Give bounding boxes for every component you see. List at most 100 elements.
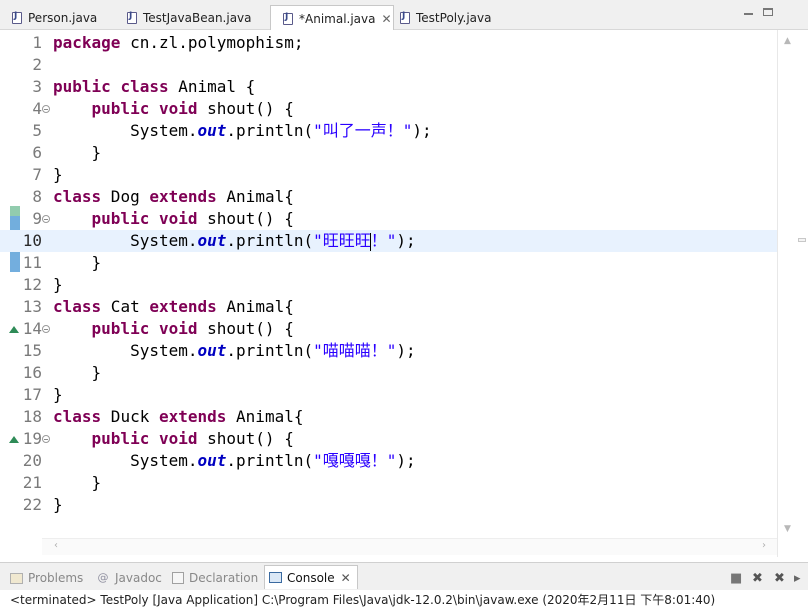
code-line[interactable]: 22} [0,494,777,516]
remove-all-terminated-icon[interactable]: ✖ [774,571,785,586]
code-token: shout() { [197,209,294,228]
code-text[interactable]: class Duck extends Animal{ [53,406,303,428]
code-text[interactable]: System.out.println("叫了一声！"); [53,120,432,142]
java-file-icon [127,11,137,24]
scroll-up-icon[interactable]: ▲ [784,36,791,46]
code-text[interactable]: } [53,472,102,494]
code-line[interactable]: 6 } [0,142,777,164]
code-line[interactable]: 18 class Duck extends Animal{ [0,406,777,428]
fold-toggle-icon[interactable] [42,105,50,113]
code-token: out [197,231,227,250]
code-token: System. [53,121,198,140]
code-line[interactable]: 19 public void shout() { [0,428,777,450]
code-line[interactable]: 4 public void shout() { [0,98,777,120]
code-text[interactable]: public void shout() { [53,208,294,230]
code-token: ); [412,121,432,140]
terminate-icon[interactable]: ■ [730,571,742,586]
code-text[interactable]: System.out.println("嘎嘎嘎！"); [53,450,416,472]
code-text[interactable]: public void shout() { [53,318,294,340]
tab-label: TestJavaBean.java [143,11,252,25]
code-text[interactable]: public void shout() { [53,98,294,120]
code-token: .println( [226,341,314,360]
code-token: System. [53,341,198,360]
fold-toggle-icon[interactable] [42,435,50,443]
code-text[interactable]: System.out.println("旺旺旺！"); [53,230,416,252]
tab-person-java[interactable]: Person.java [0,6,97,30]
scroll-right-icon[interactable]: › [762,540,766,551]
tab-testpoly-java[interactable]: TestPoly.java [388,6,491,30]
code-token: Animal { [168,77,256,96]
code-token: .println( [226,231,314,250]
close-icon[interactable]: ✕ [341,571,351,585]
tab-problems[interactable]: Problems [10,568,83,588]
code-token: public [91,429,150,448]
tab-label: *Animal.java [299,11,376,26]
override-marker-icon[interactable] [9,436,19,443]
minimize-icon[interactable] [744,8,753,15]
code-text[interactable]: } [53,164,63,186]
code-editor[interactable]: 1 package cn.zl.polymophism; 2 3 public clas… [0,30,808,557]
line-number: 19 [22,429,42,448]
line-number: 13 [22,297,42,316]
code-token: out [197,451,227,470]
more-actions-icon[interactable]: ▸ [794,571,801,586]
maximize-icon[interactable] [763,8,773,16]
code-line[interactable]: 10 System.out.println("旺旺旺！"); [0,230,777,252]
code-text[interactable]: } [53,384,63,406]
tab-animal-java[interactable]: *Animal.java ✕ [270,5,394,31]
code-token: shout() { [197,319,294,338]
code-line[interactable]: 1 package cn.zl.polymophism; [0,32,777,54]
remove-launch-icon[interactable]: ✖ [752,571,763,586]
code-line[interactable]: 15 System.out.println("喵喵喵！"); [0,340,777,362]
code-token: ！" [370,231,397,250]
code-text[interactable]: } [53,142,102,164]
code-line[interactable]: 17} [0,384,777,406]
fold-toggle-icon[interactable] [42,325,50,333]
line-number: 21 [22,473,42,492]
code-token: } [53,165,63,184]
code-line[interactable]: 2 [0,54,777,76]
code-token: out [197,121,227,140]
code-lines[interactable]: 1 package cn.zl.polymophism; 2 3 public clas… [0,32,777,516]
code-line[interactable]: 14 public void shout() { [0,318,777,340]
code-line[interactable]: 13 class Cat extends Animal{ [0,296,777,318]
code-token: "嘎嘎嘎！" [313,451,397,470]
code-line[interactable]: 9 public void shout() { [0,208,777,230]
code-text[interactable]: } [53,252,102,274]
override-marker-icon[interactable] [9,326,19,333]
line-number: 4 [32,99,42,118]
code-text[interactable]: } [53,362,102,384]
tab-testjavabean-java[interactable]: TestJavaBean.java [115,6,252,30]
code-line[interactable]: 8 class Dog extends Animal{ [0,186,777,208]
tab-javadoc[interactable]: @ Javadoc [96,568,162,588]
code-line[interactable]: 11 } [0,252,777,274]
code-line[interactable]: 7} [0,164,777,186]
code-token: } [53,385,63,404]
horizontal-scrollbar[interactable]: ‹ › [42,538,777,555]
code-line[interactable]: 12} [0,274,777,296]
scroll-down-icon[interactable]: ▼ [784,524,791,534]
scroll-left-icon[interactable]: ‹ [54,540,58,551]
tab-console[interactable]: Console ✕ [264,565,358,589]
code-line[interactable]: 20 System.out.println("嘎嘎嘎！"); [0,450,777,472]
code-line[interactable]: 3 public class Animal { [0,76,777,98]
fold-toggle-icon[interactable] [42,215,50,223]
code-line[interactable]: 21 } [0,472,777,494]
tab-declaration[interactable]: Declaration [172,568,258,588]
code-text[interactable]: } [53,494,63,516]
overview-ruler-mark[interactable] [798,238,806,242]
code-text[interactable]: class Cat extends Animal{ [53,296,294,318]
code-token: void [158,99,198,118]
code-text[interactable]: class Dog extends Animal{ [53,186,294,208]
code-line[interactable]: 5 System.out.println("叫了一声！"); [0,120,777,142]
code-text[interactable]: } [53,274,63,296]
code-text[interactable]: public void shout() { [53,428,294,450]
code-text[interactable]: public class Animal { [53,76,255,98]
vertical-scrollbar[interactable]: ▲ ▼ [777,30,808,557]
code-line[interactable]: 16 } [0,362,777,384]
code-text[interactable]: System.out.println("喵喵喵！"); [53,340,416,362]
code-text[interactable]: package cn.zl.polymophism; [53,32,303,54]
